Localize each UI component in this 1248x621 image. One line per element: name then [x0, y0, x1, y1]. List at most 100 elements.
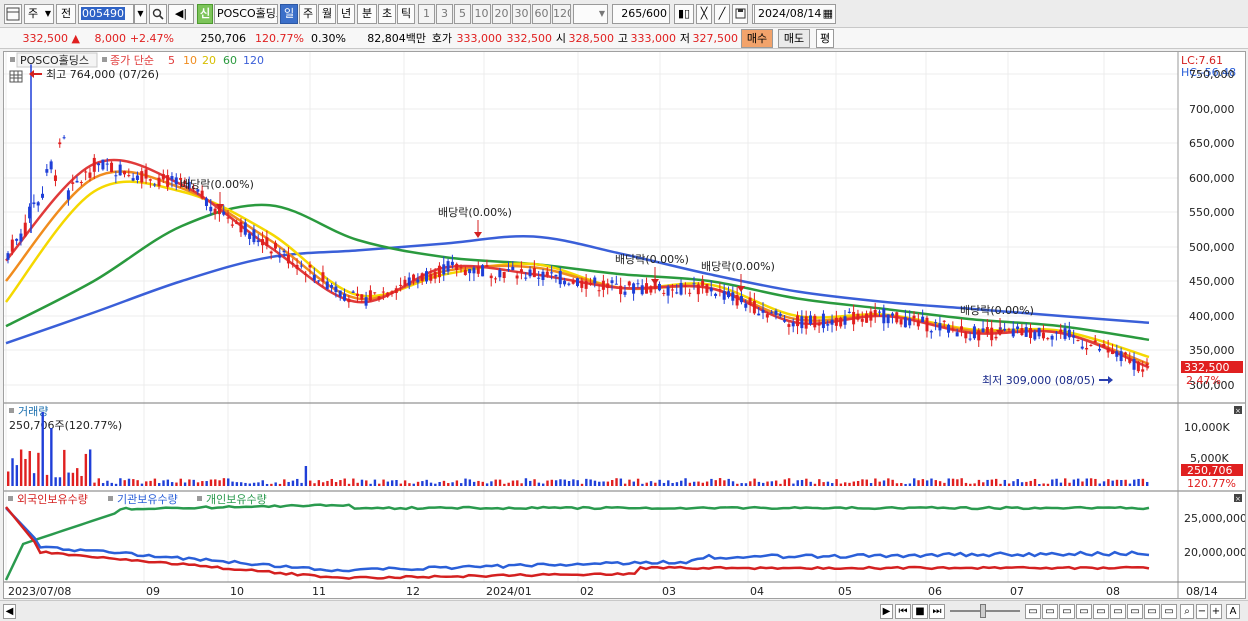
- holdings-close-button[interactable]: ×: [1234, 494, 1242, 503]
- prev-button[interactable]: 전: [56, 4, 76, 24]
- chart-area[interactable]: POSCO홀딩스 종가 단순 5 10 20 60 120 LC:7.61 HC…: [3, 51, 1247, 599]
- low-label: 저: [679, 32, 690, 45]
- candle-body: [563, 280, 567, 285]
- scroll-left-button[interactable]: ◀: [3, 604, 16, 619]
- date-field[interactable]: 2024/08/14 ▦: [754, 4, 836, 24]
- interval-3[interactable]: 3: [436, 4, 453, 24]
- layout-icon-5[interactable]: ▭: [1093, 604, 1109, 619]
- speaker-icon[interactable]: ◀|: [168, 4, 194, 24]
- layout-icon-4[interactable]: ▭: [1076, 604, 1092, 619]
- candle-body: [770, 312, 774, 314]
- candle-body: [985, 327, 989, 334]
- new-button[interactable]: 신: [197, 4, 213, 24]
- layout-icon-9[interactable]: ▭: [1161, 604, 1177, 619]
- volume-bar: [37, 452, 40, 486]
- table-icon[interactable]: [9, 70, 23, 83]
- code-dropdown-button[interactable]: ▼: [134, 4, 147, 24]
- candle-body: [1029, 328, 1033, 338]
- layout-icon-8[interactable]: ▭: [1144, 604, 1160, 619]
- volume-bar: [1111, 480, 1114, 486]
- candle-body: [856, 313, 860, 320]
- volume-bar: [71, 472, 75, 486]
- candle-body: [278, 255, 282, 258]
- candle-body: [1102, 343, 1106, 348]
- candle-body: [1063, 328, 1067, 339]
- layout-icon[interactable]: [4, 4, 22, 24]
- stock-name-field[interactable]: POSCO홀딩스: [214, 4, 278, 24]
- bottom-scrollbar[interactable]: ◀ ▶ ⏮ ■ ⏭ ▭ ▭ ▭ ▭ ▭ ▭ ▭ ▭ ▭ ⌕ − + A: [0, 600, 1248, 621]
- avg-button[interactable]: 평: [816, 29, 834, 48]
- candle-body: [1041, 332, 1045, 339]
- volume-bar: [826, 481, 830, 486]
- interval-custom-select[interactable]: ▼: [573, 4, 608, 24]
- period-tab-day[interactable]: 일: [280, 4, 298, 24]
- volume-bar: [205, 481, 208, 486]
- candle-body: [269, 251, 273, 254]
- candle-body: [416, 279, 420, 283]
- crosshair-icon[interactable]: ╳: [696, 4, 712, 24]
- period-tab-second[interactable]: 초: [378, 4, 396, 24]
- volume-bar: [550, 479, 554, 486]
- x-tick-label: 04: [750, 585, 764, 598]
- period-tab-minute[interactable]: 분: [357, 4, 377, 24]
- candle-body: [860, 318, 864, 322]
- buy-button[interactable]: 매수: [741, 29, 773, 48]
- candle-type-icon[interactable]: ▮▯: [674, 4, 694, 24]
- period-tab-year[interactable]: 년: [337, 4, 355, 24]
- search-icon[interactable]: [149, 4, 167, 24]
- volume-bar: [1094, 478, 1097, 486]
- interval-120[interactable]: 120: [552, 4, 571, 24]
- layout-icon-2[interactable]: ▭: [1042, 604, 1058, 619]
- layout-icon-7[interactable]: ▭: [1127, 604, 1143, 619]
- volume-close-button[interactable]: ×: [1234, 406, 1242, 415]
- count-field[interactable]: 265/600: [612, 4, 670, 24]
- period-select[interactable]: 주 ▼: [24, 4, 54, 24]
- period-tab-month[interactable]: 월: [318, 4, 336, 24]
- volume-bar: [136, 480, 139, 486]
- candle-body: [903, 317, 907, 328]
- zoom-in-icon[interactable]: +: [1210, 604, 1222, 619]
- interval-10[interactable]: 10: [472, 4, 491, 24]
- sell-button[interactable]: 매도: [778, 29, 810, 48]
- zoom-out-icon[interactable]: −: [1196, 604, 1208, 619]
- count-value: 265: [621, 7, 643, 20]
- interval-60[interactable]: 60: [532, 4, 551, 24]
- save-icon[interactable]: [732, 4, 748, 24]
- layout-icon-3[interactable]: ▭: [1059, 604, 1075, 619]
- interval-5[interactable]: 5: [454, 4, 471, 24]
- rewind-button[interactable]: ⏮: [895, 604, 911, 619]
- volume-bar: [852, 481, 856, 486]
- volume-bar: [321, 482, 325, 486]
- stock-code-input[interactable]: 005490: [78, 4, 134, 24]
- interval-30[interactable]: 30: [512, 4, 531, 24]
- scroll-right-button[interactable]: ▶: [880, 604, 893, 619]
- x-tick-label: 08: [1106, 585, 1120, 598]
- draw-icon[interactable]: ╱: [714, 4, 730, 24]
- font-size-icon[interactable]: A: [1226, 604, 1240, 619]
- low-note: 최저 309,000 (08/05): [982, 374, 1095, 387]
- zoom-icon[interactable]: ⌕: [1180, 604, 1194, 619]
- period-tab-week[interactable]: 주: [299, 4, 317, 24]
- candle-body: [455, 263, 459, 270]
- volume-bar: [149, 480, 152, 486]
- volume-bar: [196, 482, 200, 486]
- candle-body: [407, 277, 411, 286]
- volume-bar: [416, 481, 420, 486]
- volume-bar: [580, 483, 584, 486]
- volume-bar: [878, 481, 881, 486]
- period-tab-tick[interactable]: 틱: [397, 4, 415, 24]
- layout-icon-6[interactable]: ▭: [1110, 604, 1126, 619]
- interval-20[interactable]: 20: [492, 4, 511, 24]
- layout-icon-1[interactable]: ▭: [1025, 604, 1041, 619]
- volume-bar: [964, 482, 968, 486]
- volume-bar: [175, 482, 178, 486]
- interval-1[interactable]: 1: [418, 4, 435, 24]
- stop-button[interactable]: ■: [912, 604, 928, 619]
- zoom-slider-handle[interactable]: [980, 604, 986, 618]
- candle-body: [273, 242, 277, 249]
- candle-body: [243, 222, 247, 235]
- volume-bar: [589, 479, 592, 486]
- candle-body: [442, 264, 446, 275]
- forward-button[interactable]: ⏭: [929, 604, 945, 619]
- volume-bar: [227, 478, 230, 486]
